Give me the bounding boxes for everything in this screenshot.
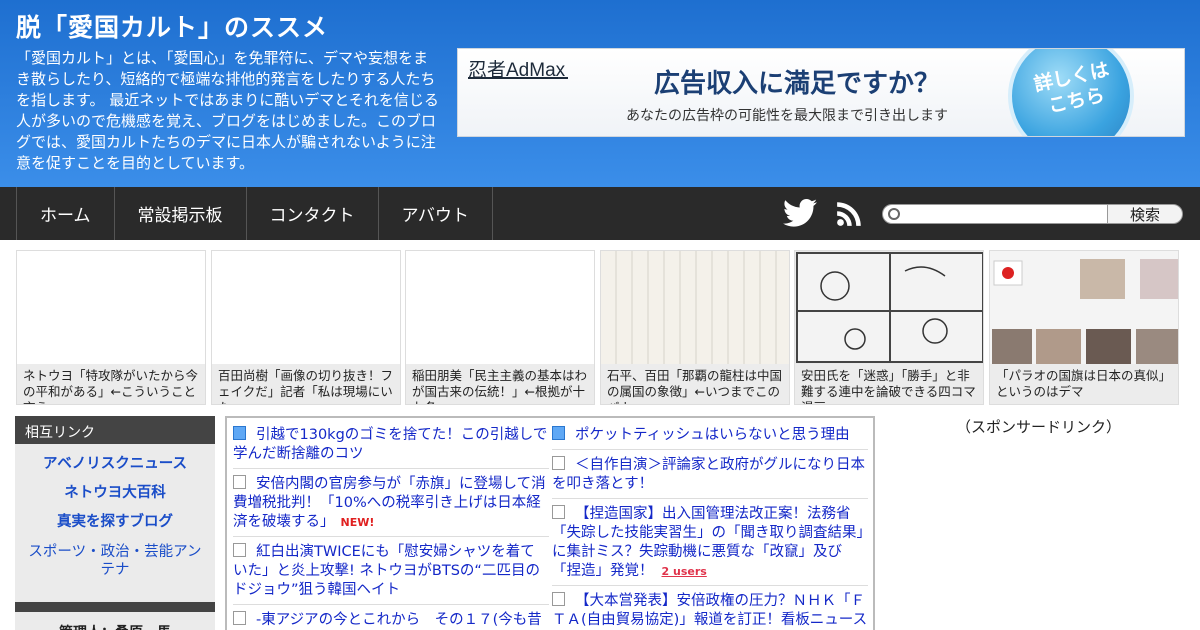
rss-icon[interactable] <box>836 200 863 227</box>
sidebar-divider <box>15 602 215 612</box>
thumbnail-card[interactable]: ネトウヨ「特攻隊がいたから今の平和がある」←こういうこと言う <box>16 250 206 405</box>
thumbnail-card[interactable]: 安田氏を「迷惑」「勝手」と非難する連中を論破できる四コマ漫画 <box>794 250 984 405</box>
feed-column-right: ポケットティッシュはいらないと思う理由 ＜自作自演＞評論家と政府がグルになり日本… <box>552 426 868 630</box>
divider <box>552 585 868 586</box>
related-thumbnails: ネトウヨ「特攻隊がいたから今の平和がある」←こういうこと言う 百田尚樹「画像の切… <box>16 250 1184 405</box>
nav-item-contact[interactable]: コンタクト <box>247 187 379 240</box>
feed-entry-title[interactable]: 安倍内閣の官房参与が「赤旗」に登場して消費増税批判！「10%への税率引き上げは日… <box>233 476 546 530</box>
thumbnail-caption[interactable]: 百田尚樹「画像の切り抜き！フェイクだ」記者「私は現場にいた。 <box>212 364 400 404</box>
ad-banner[interactable]: 忍者AdMax 広告収入に満足ですか？ あなたの広告枠の可能性を最大限まで引き出… <box>457 48 1185 137</box>
feed-entry[interactable]: 【捏造国家】出入国管理法改正案！法務省「失踪した技能実習生」の「聞き取り調査結果… <box>552 505 868 581</box>
thumbnail-caption[interactable]: 「パラオの国旗は日本の真似」というのはデマ <box>990 364 1178 404</box>
sidebar-link-shinjitsu[interactable]: 真実を探すブログ <box>15 513 215 531</box>
thumbnail-image <box>990 251 1178 364</box>
feed-entry-title[interactable]: ポケットティッシュはいらないと思う理由 <box>575 427 850 443</box>
sidebar-link-netouyo[interactable]: ネトウヨ大百科 <box>15 484 215 502</box>
ad-logo-underline <box>468 77 568 79</box>
thumbnail-image <box>795 251 983 364</box>
divider <box>233 536 549 537</box>
feed-entry-title[interactable]: 【大本営発表】安倍政権の圧力？ＮＨＫ「ＦＴＡ(自由貿易協定)」報道を訂正！看板ニ… <box>552 593 868 630</box>
divider <box>233 604 549 605</box>
sidebar-link-sports-antenna[interactable]: スポーツ・政治・芸能アンテナ <box>15 543 215 579</box>
search-input[interactable] <box>882 204 1108 224</box>
feed-entry[interactable]: 紅白出演TWICEにも「慰安婦シャツを着ていた」と炎上攻撃! ネトウヨがBTSの… <box>233 543 549 600</box>
divider <box>233 468 549 469</box>
sponsored-link-label: （スポンサードリンク） <box>956 418 1122 436</box>
feed-column-left: 引越で130kgのゴミを捨てた！この引越しで学んだ断捨離のコツ 安倍内閣の官房参… <box>233 426 549 630</box>
site-title[interactable]: 脱「愛国カルト」のススメ <box>16 8 328 44</box>
site-header: 脱「愛国カルト」のススメ 「愛国カルト」とは、「愛国心」を免罪符に、デマや妄想を… <box>0 0 1200 187</box>
search-icon <box>888 208 900 220</box>
document-icon <box>552 456 565 470</box>
nav-menu: ホーム 常設掲示板 コンタクト アバウト <box>16 187 493 240</box>
thumbnail-caption[interactable]: 安田氏を「迷惑」「勝手」と非難する連中を論破できる四コマ漫画 <box>795 364 983 404</box>
feed-entry-title[interactable]: 【捏造国家】出入国管理法改正案！法務省「失踪した技能実習生」の「聞き取り調査結果… <box>552 506 864 579</box>
feed-entry-title[interactable]: 紅白出演TWICEにも「慰安婦シャツを着ていた」と炎上攻撃! ネトウヨがBTSの… <box>233 544 540 598</box>
nav-item-home[interactable]: ホーム <box>17 187 115 240</box>
collage-illustration <box>990 251 1178 364</box>
sidebar-admin: 管理人：桑原一馬 <box>15 622 215 630</box>
blog-icon <box>233 426 246 440</box>
nav-item-board[interactable]: 常設掲示板 <box>115 187 247 240</box>
thumbnail-image <box>17 251 205 364</box>
document-icon <box>233 543 246 557</box>
divider <box>552 498 868 499</box>
search-button[interactable]: 検索 <box>1107 204 1183 224</box>
thumbnail-caption[interactable]: 稲田朋美「民主主義の基本はわが国古来の伝統！」←根拠が十七条 <box>406 364 594 404</box>
new-badge: NEW! <box>340 516 375 529</box>
sidebar-link-abenorisk[interactable]: アベノリスクニュース <box>15 455 215 473</box>
blog-icon <box>552 426 565 440</box>
twitter-icon[interactable] <box>783 198 817 228</box>
feed-entry[interactable]: ポケットティッシュはいらないと思う理由 <box>552 426 868 445</box>
document-icon <box>233 475 246 489</box>
thumbnail-image <box>212 251 400 364</box>
link-feed: 引越で130kgのゴミを捨てた！この引越しで学んだ断捨離のコツ 安倍内閣の官房参… <box>225 416 875 630</box>
thumbnail-card[interactable]: 百田尚樹「画像の切り抜き！フェイクだ」記者「私は現場にいた。 <box>211 250 401 405</box>
feed-entry[interactable]: 【大本営発表】安倍政権の圧力？ＮＨＫ「ＦＴＡ(自由貿易協定)」報道を訂正！看板ニ… <box>552 592 868 630</box>
thumbnail-card[interactable]: 石平、百田「那覇の龍柱は中国の属国の象徴」←いつまでこのバカ <box>600 250 790 405</box>
feed-entry-title[interactable]: ＜自作自演＞評論家と政府がグルになり日本を叩き落とす！ <box>552 457 865 492</box>
feed-entry-title[interactable]: 引越で130kgのゴミを捨てた！この引越しで学んだ断捨離のコツ <box>233 427 547 462</box>
thumbnail-caption[interactable]: ネトウヨ「特攻隊がいたから今の平和がある」←こういうこと言う <box>17 364 205 404</box>
thumbnail-card[interactable]: 稲田朋美「民主主義の基本はわが国古来の伝統！」←根拠が十七条 <box>405 250 595 405</box>
ad-subtext: あなたの広告枠の可能性を最大限まで引き出します <box>626 108 948 124</box>
feed-entry-title[interactable]: -東アジアの今とこれから その１７(今も昔も西洋に迎合し破滅する日本のパターン)… <box>233 612 542 630</box>
document-icon <box>552 505 565 519</box>
document-icon <box>233 611 246 625</box>
feed-entry[interactable]: -東アジアの今とこれから その１７(今も昔も西洋に迎合し破滅する日本のパターン)… <box>233 611 549 630</box>
feed-entry[interactable]: 安倍内閣の官房参与が「赤旗」に登場して消費増税批判！「10%への税率引き上げは日… <box>233 475 549 532</box>
feed-entry[interactable]: ＜自作自演＞評論家と政府がグルになり日本を叩き落とす！ <box>552 456 868 494</box>
thumbnail-image <box>601 251 789 364</box>
divider <box>552 449 868 450</box>
sidebar-mutual-links: 相互リンク アベノリスクニュース ネトウヨ大百科 真実を探すブログ スポーツ・政… <box>15 416 215 630</box>
thumbnail-caption[interactable]: 石平、百田「那覇の龍柱は中国の属国の象徴」←いつまでこのバカ <box>601 364 789 404</box>
sidebar-heading: 相互リンク <box>15 416 215 444</box>
thumbnail-card[interactable]: 「パラオの国旗は日本の真似」というのはデマ <box>989 250 1179 405</box>
nav-item-about[interactable]: アバウト <box>379 187 493 240</box>
feed-entry[interactable]: 引越で130kgのゴミを捨てた！この引越しで学んだ断捨離のコツ <box>233 426 549 464</box>
thumbnail-image <box>406 251 594 364</box>
users-badge[interactable]: 2 users <box>662 565 707 578</box>
ad-headline: 広告収入に満足ですか？ <box>654 69 941 99</box>
site-description: 「愛国カルト」とは、「愛国心」を免罪符に、デマや妄想をまき散らしたり、短絡的で極… <box>16 49 439 172</box>
manga-illustration <box>796 252 983 363</box>
document-icon <box>552 592 565 606</box>
